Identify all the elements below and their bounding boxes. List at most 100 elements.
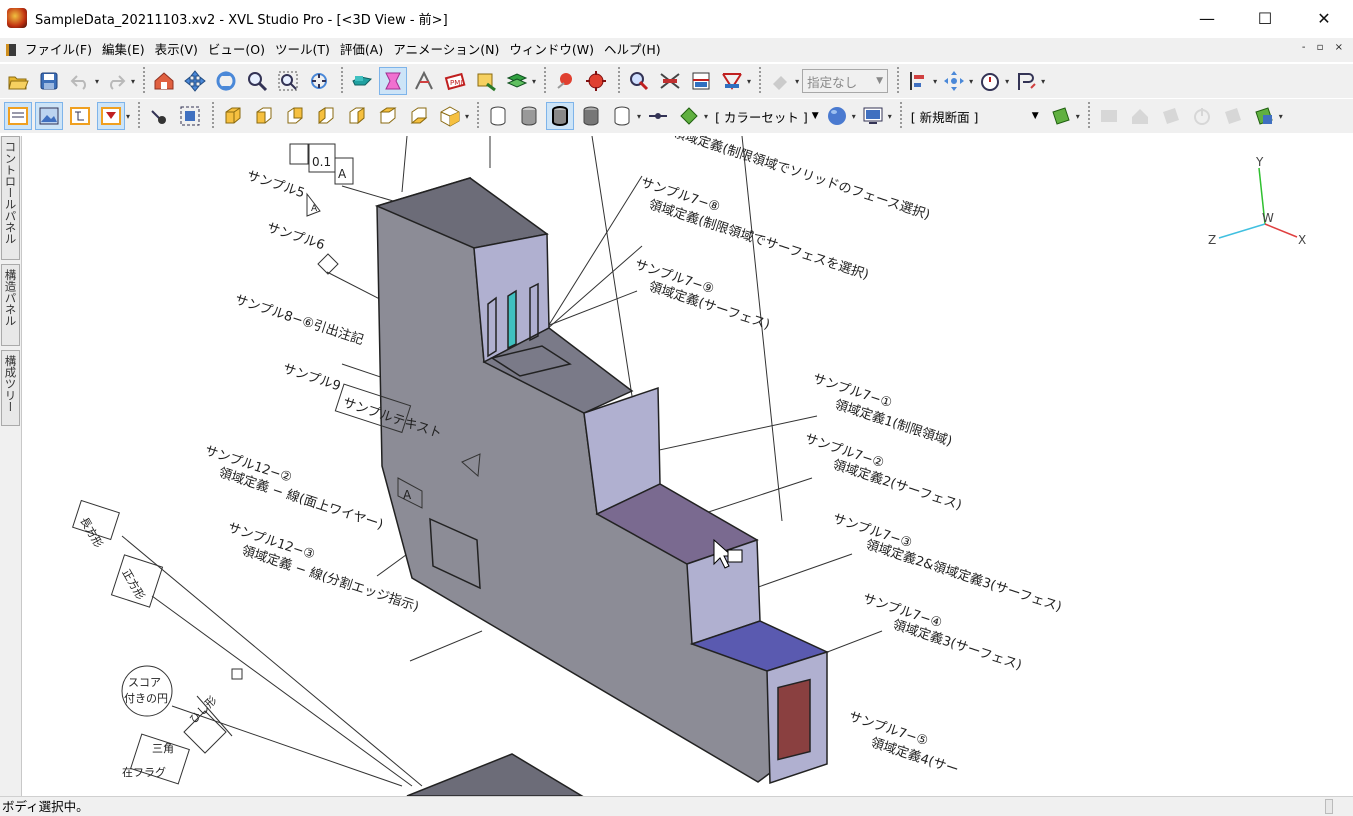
menu-display[interactable]: 表示(V) <box>150 38 203 62</box>
tab-composition-tree[interactable]: 構成ツリー <box>1 350 20 426</box>
tab-control-panel[interactable]: コントロールパネル <box>1 136 20 260</box>
markup-icon[interactable]: PMI <box>441 67 469 95</box>
chevron-down-icon[interactable]: ▾ <box>532 77 536 86</box>
filter-icon[interactable] <box>718 67 746 95</box>
chevron-down-icon[interactable]: ▾ <box>888 112 892 121</box>
view-custom-icon[interactable] <box>436 102 464 130</box>
menu-file[interactable]: ファイル(F) <box>20 38 97 62</box>
explode-icon[interactable] <box>582 67 610 95</box>
chevron-down-icon[interactable]: ▾ <box>95 77 99 86</box>
close-button[interactable]: ✕ <box>1295 0 1353 36</box>
color-set-dropdown[interactable]: [ カラーセット ] ▼ <box>715 107 819 126</box>
layer-icon[interactable] <box>503 67 531 95</box>
shaded-edges-icon[interactable] <box>546 102 575 130</box>
measure-icon[interactable] <box>410 67 438 95</box>
timer-icon[interactable] <box>976 67 1004 95</box>
chevron-down-icon[interactable]: ▾ <box>852 112 856 121</box>
fit-all-icon[interactable] <box>176 102 204 130</box>
chevron-down-icon[interactable]: ▾ <box>1005 77 1009 86</box>
edge-line-icon[interactable] <box>644 102 672 130</box>
chevron-down-icon[interactable]: ▾ <box>795 77 799 86</box>
tab-structure-panel[interactable]: 構造パネル <box>1 264 20 346</box>
note-icon[interactable] <box>472 67 500 95</box>
chevron-down-icon[interactable]: ▾ <box>1279 112 1283 121</box>
section-icon[interactable] <box>625 67 653 95</box>
menu-view[interactable]: ビュー(O) <box>203 38 270 62</box>
undo-icon[interactable] <box>66 67 94 95</box>
move-icon[interactable] <box>940 67 968 95</box>
camera-icon[interactable] <box>348 67 376 95</box>
section-plane-icon[interactable] <box>1047 102 1075 130</box>
menu-window[interactable]: ウィンドウ(W) <box>504 38 599 62</box>
chevron-down-icon[interactable]: ▾ <box>969 77 973 86</box>
menu-evaluate[interactable]: 評価(A) <box>335 38 388 62</box>
paint-icon[interactable] <box>766 67 794 95</box>
chevron-down-icon[interactable]: ▾ <box>126 112 130 121</box>
view-bottom-icon[interactable] <box>405 102 433 130</box>
chevron-down-icon[interactable]: ▾ <box>704 112 708 121</box>
lower-part-model[interactable] <box>406 753 584 796</box>
xvl-app-icon[interactable] <box>7 8 27 28</box>
menu-tools[interactable]: ツール(T) <box>270 38 335 62</box>
panel-toggle-icon[interactable] <box>4 102 32 130</box>
stepped-part-model[interactable] <box>374 177 830 785</box>
hidden-line-icon[interactable] <box>577 102 605 130</box>
chevron-down-icon[interactable]: ▾ <box>747 77 751 86</box>
path-icon[interactable] <box>1012 67 1040 95</box>
chevron-down-icon[interactable]: ▾ <box>131 77 135 86</box>
view-back-icon[interactable] <box>281 102 309 130</box>
section-power-icon[interactable] <box>1188 102 1216 130</box>
select-mode-icon[interactable] <box>379 67 408 95</box>
resize-grip[interactable] <box>1325 799 1333 814</box>
color-set-icon[interactable] <box>675 102 703 130</box>
section-tool-icon[interactable] <box>1095 102 1123 130</box>
home-view-icon[interactable] <box>150 67 178 95</box>
viewport-canvas[interactable]: サンプル5 サンプル6 サンプル8−⑥引出注記 サンプル9 サンプルテキスト サ… <box>22 136 1353 796</box>
pan-icon[interactable] <box>181 67 209 95</box>
chevron-down-icon[interactable]: ▾ <box>1076 112 1080 121</box>
rotate-icon[interactable] <box>212 67 240 95</box>
maximize-button[interactable]: ☐ <box>1236 0 1294 36</box>
menu-edit[interactable]: 編集(E) <box>97 38 150 62</box>
chevron-down-icon[interactable]: ▾ <box>465 112 469 121</box>
tree-view-icon[interactable] <box>66 102 94 130</box>
minimize-button[interactable]: — <box>1178 0 1236 36</box>
sphere-icon[interactable] <box>551 67 579 95</box>
section-flip-icon[interactable] <box>1157 102 1185 130</box>
monitor-icon[interactable] <box>859 102 887 130</box>
interference-icon[interactable] <box>687 67 715 95</box>
chevron-down-icon[interactable]: ▾ <box>1041 77 1045 86</box>
view-left-icon[interactable] <box>312 102 340 130</box>
menu-help[interactable]: ヘルプ(H) <box>599 38 666 62</box>
section-home-icon[interactable] <box>1126 102 1154 130</box>
zoom-fit-icon[interactable] <box>305 67 333 95</box>
section-settings-icon[interactable] <box>1250 102 1278 130</box>
chevron-down-icon[interactable]: ▾ <box>933 77 937 86</box>
section-combo[interactable]: [ 新規断面 ] ▼ <box>907 104 1043 128</box>
save-icon[interactable] <box>35 67 63 95</box>
zoom-window-icon[interactable] <box>274 67 302 95</box>
light-icon[interactable] <box>145 102 173 130</box>
view-front-icon[interactable] <box>250 102 278 130</box>
align-icon[interactable] <box>904 67 932 95</box>
menu-animation[interactable]: アニメーション(N) <box>388 38 504 62</box>
redo-icon[interactable] <box>102 67 130 95</box>
filter-panel-icon[interactable] <box>97 102 125 130</box>
chevron-down-icon[interactable]: ▾ <box>637 112 641 121</box>
wireframe-icon[interactable] <box>484 102 512 130</box>
open-icon[interactable] <box>4 67 32 95</box>
document-icon[interactable] <box>6 44 16 56</box>
cross-section-icon[interactable] <box>656 67 684 95</box>
view-right-icon[interactable] <box>343 102 371 130</box>
zoom-icon[interactable] <box>243 67 271 95</box>
section-cap-icon[interactable] <box>1219 102 1247 130</box>
shaded-icon[interactable] <box>515 102 543 130</box>
view-iso-icon[interactable] <box>219 102 247 130</box>
3d-viewport[interactable]: サンプル5 サンプル6 サンプル8−⑥引出注記 サンプル9 サンプルテキスト サ… <box>22 136 1353 796</box>
mdi-controls[interactable]: - ▫ × <box>1302 42 1347 53</box>
outline-icon[interactable] <box>608 102 636 130</box>
view-top-icon[interactable] <box>374 102 402 130</box>
material-sphere-icon[interactable] <box>823 102 851 130</box>
image-view-icon[interactable] <box>35 102 63 130</box>
filter-combo[interactable]: 指定なし ▼ <box>802 69 889 93</box>
